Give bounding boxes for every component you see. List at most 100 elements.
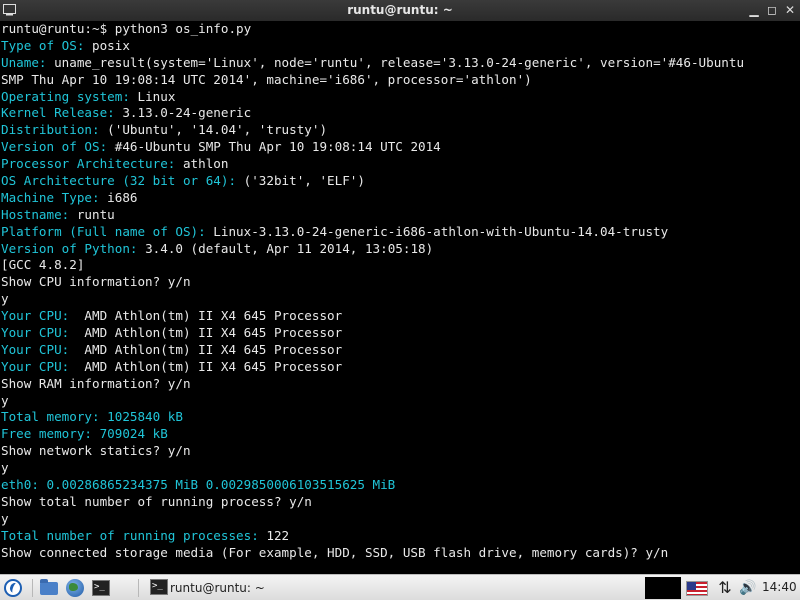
terminal-line: Hostname: runtu bbox=[1, 207, 800, 224]
terminal-line-text: Show RAM information? y/n bbox=[1, 375, 191, 391]
terminal-line: Kernel Release: 3.13.0-24-generic bbox=[1, 105, 800, 122]
start-menu-button[interactable] bbox=[4, 578, 26, 598]
terminal-line-label: Uname: bbox=[1, 54, 47, 70]
terminal-line: runtu@runtu:~$ python3 os_info.py bbox=[1, 21, 800, 38]
terminal-line: OS Architecture (32 bit or 64): ('32bit'… bbox=[1, 173, 800, 190]
terminal-line-label: Version of OS: bbox=[1, 139, 108, 155]
close-button[interactable]: ✕ bbox=[782, 2, 798, 18]
terminal-line: Machine Type: i686 bbox=[1, 190, 800, 207]
terminal-line-text: i686 bbox=[99, 189, 138, 205]
terminal-line: eth0: 0.00286865234375 MiB 0.00298500061… bbox=[1, 477, 800, 494]
terminal-line: [GCC 4.8.2] bbox=[1, 257, 800, 274]
terminal-line-label: Total memory: 1025840 kB bbox=[1, 409, 183, 425]
taskbar-separator bbox=[32, 579, 33, 597]
terminal-line-text: 3.13.0-24-generic bbox=[114, 105, 252, 121]
terminal-line-text: Linux bbox=[129, 88, 176, 104]
maximize-button[interactable]: ◻ bbox=[764, 2, 780, 18]
terminal-line-label: Version of Python: bbox=[1, 240, 138, 256]
terminal-icon: >_ bbox=[150, 579, 168, 595]
terminal-line: y bbox=[1, 291, 800, 308]
terminal-line-label: Operating system: bbox=[1, 88, 130, 104]
terminal-line: Your CPU: AMD Athlon(tm) II X4 645 Proce… bbox=[1, 325, 800, 342]
network-icon[interactable]: ⇅ bbox=[715, 578, 735, 598]
terminal-line-text: SMP Thu Apr 10 19:08:14 UTC 2014', machi… bbox=[1, 71, 532, 87]
terminal-line-text: posix bbox=[84, 37, 130, 53]
terminal-line-label: Your CPU: bbox=[1, 358, 70, 374]
terminal-line: Type of OS: posix bbox=[1, 38, 800, 55]
terminal-line: Your CPU: AMD Athlon(tm) II X4 645 Proce… bbox=[1, 342, 800, 359]
terminal-window: runtu@runtu: ~ ▁ ◻ ✕ runtu@runtu:~$ pyth… bbox=[0, 0, 800, 574]
terminal-line-text: uname_result(system='Linux', node='runtu… bbox=[46, 54, 745, 70]
terminal-line: SMP Thu Apr 10 19:08:14 UTC 2014', machi… bbox=[1, 72, 800, 89]
terminal-line-text: 122 bbox=[258, 527, 290, 543]
start-menu-icon bbox=[4, 579, 22, 597]
tray-blank-area bbox=[645, 577, 681, 599]
terminal-line: Show network statics? y/n bbox=[1, 443, 800, 460]
terminal-line: Your CPU: AMD Athlon(tm) II X4 645 Proce… bbox=[1, 308, 800, 325]
terminal-line-text: #46-Ubuntu SMP Thu Apr 10 19:08:14 UTC 2… bbox=[107, 139, 441, 155]
keyboard-layout-indicator[interactable] bbox=[686, 578, 710, 598]
volume-icon[interactable]: 🔊 bbox=[737, 578, 759, 598]
terminal-line: Free memory: 709024 kB bbox=[1, 426, 800, 443]
terminal-line: y bbox=[1, 511, 800, 528]
terminal-line: Total number of running processes: 122 bbox=[1, 528, 800, 545]
window-titlebar[interactable]: runtu@runtu: ~ ▁ ◻ ✕ bbox=[0, 0, 800, 21]
browser-launcher[interactable] bbox=[66, 578, 86, 598]
terminal-line-text: AMD Athlon(tm) II X4 645 Processor bbox=[69, 341, 343, 357]
file-manager-launcher[interactable] bbox=[40, 578, 60, 598]
taskbar-separator bbox=[138, 579, 139, 597]
terminal-line: y bbox=[1, 393, 800, 410]
terminal-line-label: Processor Architecture: bbox=[1, 156, 176, 172]
terminal-line-label: Your CPU: bbox=[1, 325, 70, 341]
terminal-line-label: Platform (Full name of OS): bbox=[1, 223, 206, 239]
terminal-line-label: Type of OS: bbox=[1, 37, 85, 53]
terminal-line-text: Linux-3.13.0-24-generic-i686-athlon-with… bbox=[205, 223, 669, 239]
terminal-line-label: Your CPU: bbox=[1, 308, 70, 324]
terminal-line-text: AMD Athlon(tm) II X4 645 Processor bbox=[69, 358, 343, 374]
terminal-line-text: Show connected storage media (For exampl… bbox=[1, 544, 669, 560]
us-flag-icon bbox=[686, 581, 708, 596]
minimize-button[interactable]: ▁ bbox=[746, 2, 762, 18]
terminal-line: Uname: uname_result(system='Linux', node… bbox=[1, 55, 800, 72]
terminal-line: Total memory: 1025840 kB bbox=[1, 409, 800, 426]
terminal-line-text: ('32bit', 'ELF') bbox=[236, 173, 365, 189]
terminal-icon: >_ bbox=[92, 580, 110, 596]
taskbar: >_ >_ runtu@runtu: ~ ⇅ 🔊 14:40 bbox=[0, 574, 800, 600]
terminal-line: Version of Python: 3.4.0 (default, Apr 1… bbox=[1, 241, 800, 258]
terminal-line-text: Show network statics? y/n bbox=[1, 443, 191, 459]
terminal-line-text: y bbox=[1, 510, 9, 526]
terminal-line-text: y bbox=[1, 291, 9, 307]
terminal-line-label: OS Architecture (32 bit or 64): bbox=[1, 173, 237, 189]
terminal-line-text: AMD Athlon(tm) II X4 645 Processor bbox=[69, 308, 343, 324]
terminal-line-label: eth0: 0.00286865234375 MiB 0.00298500061… bbox=[1, 477, 396, 493]
terminal-line-text: y bbox=[1, 392, 9, 408]
terminal-line: Version of OS: #46-Ubuntu SMP Thu Apr 10… bbox=[1, 139, 800, 156]
taskbar-window-button[interactable]: >_ runtu@runtu: ~ bbox=[146, 577, 306, 599]
terminal-line: Show CPU information? y/n bbox=[1, 274, 800, 291]
terminal-line-text: AMD Athlon(tm) II X4 645 Processor bbox=[69, 325, 343, 341]
terminal-line-text: ('Ubuntu', '14.04', 'trusty') bbox=[99, 122, 328, 138]
terminal-line-text: [GCC 4.8.2] bbox=[1, 257, 85, 273]
globe-icon bbox=[66, 579, 84, 597]
terminal-line-text: Show total number of running process? y/… bbox=[1, 493, 312, 509]
terminal-line-label: Kernel Release: bbox=[1, 105, 115, 121]
taskbar-window-label: runtu@runtu: ~ bbox=[170, 581, 265, 595]
terminal-line-label: Total number of running processes: bbox=[1, 527, 259, 543]
terminal-output[interactable]: runtu@runtu:~$ python3 os_info.py Type of… bbox=[0, 21, 800, 574]
terminal-line-label: Your CPU: bbox=[1, 341, 70, 357]
terminal-line-text: 3.4.0 (default, Apr 11 2014, 13:05:18) bbox=[137, 240, 434, 256]
terminal-line: Operating system: Linux bbox=[1, 89, 800, 106]
terminal-line: Your CPU: AMD Athlon(tm) II X4 645 Proce… bbox=[1, 359, 800, 376]
terminal-line-text: runtu@runtu:~$ python3 os_info.py bbox=[1, 21, 252, 36]
terminal-line-text: Show CPU information? y/n bbox=[1, 274, 191, 290]
terminal-task-icon-wrap: >_ bbox=[150, 577, 168, 595]
terminal-launcher[interactable]: >_ bbox=[92, 578, 112, 598]
terminal-line: Platform (Full name of OS): Linux-3.13.0… bbox=[1, 224, 800, 241]
terminal-line-label: Machine Type: bbox=[1, 189, 100, 205]
clock[interactable]: 14:40 bbox=[762, 580, 798, 600]
terminal-line-text: athlon bbox=[175, 156, 229, 172]
folder-icon bbox=[40, 579, 58, 595]
terminal-line-label: Hostname: bbox=[1, 206, 70, 222]
terminal-line: Show connected storage media (For exampl… bbox=[1, 545, 800, 562]
terminal-line-label: Free memory: 709024 kB bbox=[1, 426, 168, 442]
